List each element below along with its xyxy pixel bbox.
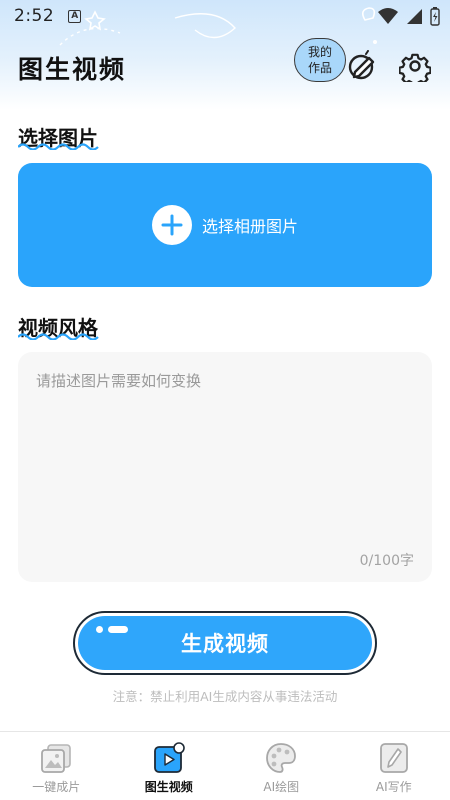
nav-item-ai-drawing[interactable]: AI绘图 [225,732,338,800]
gear-icon[interactable] [399,50,431,82]
pen-icon [379,743,408,773]
nav-label: 图生视频 [144,780,193,794]
page-title: 图生视频 [18,55,127,84]
status-time: 2:52 [14,6,55,26]
select-album-image-label: 选择相册图片 [201,217,298,236]
my-works-label-1: 我的 [307,45,332,59]
wifi-icon [378,8,398,24]
nav-item-ai-writing[interactable]: AI写作 [338,732,450,800]
gloss-highlight [108,626,128,633]
nav-item-image-to-video[interactable]: 图生视频 [113,732,226,800]
nav-label: AI写作 [375,780,412,794]
signal-icon [407,9,422,24]
battery-icon [430,7,440,26]
status-icons [378,6,440,26]
my-works-label-2: 作品 [307,61,332,75]
video-play-icon [153,742,185,773]
app-header: 图生视频 我的 作品 [0,38,450,94]
nav-label: AI绘图 [263,780,300,794]
title-underline [18,333,99,340]
status-bar: 2:52 A [0,0,450,32]
nav-item-one-click[interactable]: 一键成片 [0,732,113,800]
generate-video-button[interactable]: 生成视频 [73,611,377,675]
edit-icon[interactable] [346,50,378,82]
image-stack-icon [41,744,72,773]
style-prompt-box: 0/100字 [18,352,432,582]
generate-video-label: 生成视频 [181,632,269,656]
gloss-highlight [96,626,103,633]
select-album-image-button[interactable]: 选择相册图片 [18,163,432,287]
legal-notice: 注意：禁止利用AI生成内容从事违法活动 [112,689,338,704]
palette-icon [266,743,297,773]
nav-label: 一键成片 [32,780,81,794]
char-count: 0/100字 [359,553,414,569]
bottom-nav: 一键成片 图生视频 AI绘图 AI写作 [0,731,450,800]
generate-video-button-fill: 生成视频 [78,616,372,670]
notification-icon: A [68,9,82,23]
my-works-button[interactable]: 我的 作品 [294,38,346,82]
plus-icon [151,205,192,245]
title-underline [18,143,99,150]
style-prompt-input[interactable] [36,370,414,540]
